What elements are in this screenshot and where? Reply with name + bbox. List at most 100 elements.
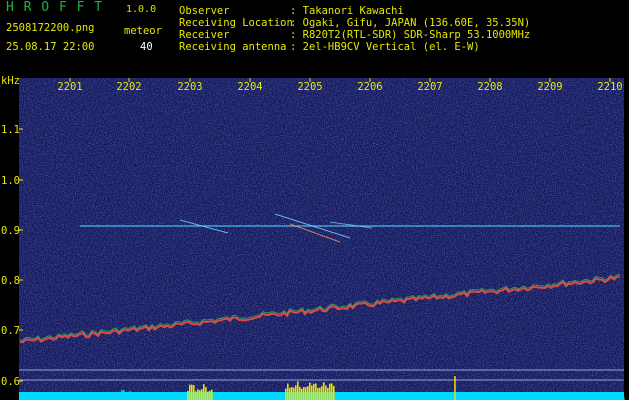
level-bar	[147, 394, 149, 400]
level-bar	[543, 396, 545, 400]
level-bar	[361, 394, 363, 400]
spectrogram-noise	[19, 78, 624, 400]
level-bar	[469, 395, 471, 400]
level-bar	[415, 395, 417, 400]
level-bar	[135, 396, 137, 400]
level-bar	[497, 394, 499, 400]
level-bar	[571, 393, 573, 400]
level-bar	[399, 395, 401, 400]
info-value-receiver: : R820T2(RTL-SDR) SDR-Sharp 53.1000MHz	[290, 29, 531, 41]
level-bar	[331, 383, 333, 400]
level-bar	[271, 396, 273, 400]
info-label-observer: Observer	[179, 5, 230, 17]
frequency-labels: 1.1 1.0 0.9 0.8 0.7 0.6	[1, 124, 20, 388]
level-bar	[547, 393, 549, 400]
level-bar	[573, 394, 575, 400]
level-bar	[299, 386, 301, 400]
level-bar	[305, 387, 307, 400]
level-bar	[263, 394, 265, 400]
level-bar	[115, 395, 117, 400]
level-bar	[217, 395, 219, 400]
level-bar	[205, 387, 207, 400]
level-bar	[99, 394, 101, 400]
level-bar	[527, 394, 529, 400]
level-bar	[293, 387, 295, 400]
level-bar	[537, 393, 539, 400]
level-bar	[313, 383, 315, 400]
level-bar	[123, 390, 125, 400]
level-bar	[57, 393, 59, 400]
level-bar	[179, 395, 181, 400]
level-bar	[27, 395, 29, 400]
level-bar	[433, 394, 435, 400]
time-tick-label: 2206	[357, 81, 382, 93]
level-bar	[339, 396, 341, 400]
level-bar	[383, 393, 385, 400]
level-bar	[53, 396, 55, 400]
level-bar	[249, 393, 251, 400]
level-bar	[107, 396, 109, 400]
level-bar	[327, 387, 329, 400]
level-bar	[79, 394, 81, 400]
level-bar	[559, 395, 561, 400]
level-bar	[581, 394, 583, 400]
level-bar	[459, 396, 461, 400]
level-bar	[447, 394, 449, 400]
level-bar	[245, 395, 247, 400]
level-bar	[495, 393, 497, 400]
level-bar	[375, 393, 377, 400]
level-bar	[233, 395, 235, 400]
level-bar	[251, 393, 253, 400]
level-bar	[401, 395, 403, 400]
level-bar	[309, 382, 311, 400]
level-bar	[31, 396, 33, 400]
level-bar	[583, 393, 585, 400]
level-bar	[421, 393, 423, 400]
level-bar	[323, 382, 325, 400]
level-bar	[105, 395, 107, 400]
info-label-receiver: Receiver	[179, 29, 230, 41]
level-bar	[211, 389, 213, 400]
level-bar	[493, 396, 495, 400]
level-bar	[221, 395, 223, 400]
level-bar	[25, 393, 27, 400]
level-bar	[143, 393, 145, 400]
level-bar	[505, 396, 507, 400]
frequency-tick-label: 0.9	[1, 225, 20, 237]
level-bar	[225, 395, 227, 400]
level-bar	[409, 395, 411, 400]
level-bar	[555, 396, 557, 400]
level-bar	[385, 394, 387, 400]
level-bar	[85, 393, 87, 400]
level-bar	[345, 395, 347, 400]
level-bar	[437, 396, 439, 400]
level-bar	[71, 395, 73, 400]
level-bar	[517, 393, 519, 400]
level-bar	[187, 390, 189, 400]
level-bar	[435, 394, 437, 400]
level-bar	[355, 395, 357, 400]
level-bar	[561, 393, 563, 400]
level-bar	[163, 396, 165, 400]
level-bar	[39, 394, 41, 400]
file-name: 2508172200.png	[6, 22, 95, 34]
level-bar	[119, 394, 121, 400]
level-bar	[595, 396, 597, 400]
level-bar	[563, 395, 565, 400]
level-bar	[173, 396, 175, 400]
level-bar	[587, 395, 589, 400]
level-bar	[347, 394, 349, 400]
level-bar	[243, 396, 245, 400]
level-bar	[153, 395, 155, 400]
info-label-location: Receiving Location	[179, 17, 293, 29]
frequency-unit-label: kHz	[1, 75, 20, 87]
level-bar	[609, 395, 611, 400]
level-bar	[577, 395, 579, 400]
level-bar	[611, 396, 613, 400]
level-bar	[545, 396, 547, 400]
level-bar	[247, 394, 249, 400]
frequency-tick-label: 0.8	[1, 275, 20, 287]
level-bar	[379, 396, 381, 400]
frequency-tick-label: 0.6	[1, 376, 20, 388]
frequency-tick-label: 0.7	[1, 325, 20, 337]
